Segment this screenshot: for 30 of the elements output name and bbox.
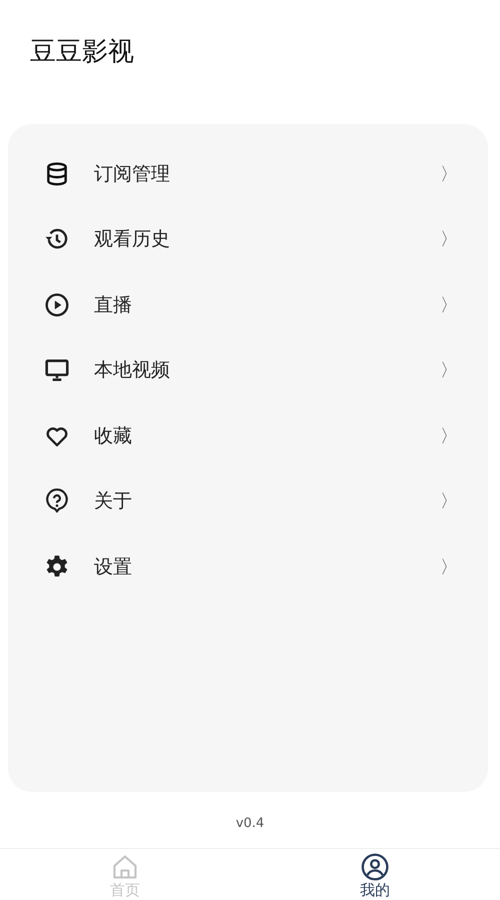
menu-item[interactable]: 设置 〉 — [8, 534, 488, 600]
play-icon — [44, 292, 70, 318]
version-label: v0.4 — [234, 816, 266, 834]
home-icon — [111, 853, 139, 881]
user-icon — [361, 853, 389, 881]
menu-item[interactable]: 收藏 〉 — [8, 403, 488, 468]
chevron-icon: 〉 — [440, 162, 458, 186]
menu-item[interactable]: 关于 〉 — [8, 468, 488, 534]
menu-label: 本地视频 — [94, 358, 171, 384]
database-icon — [44, 160, 70, 187]
tab[interactable]: 我的 — [250, 849, 500, 900]
chevron-icon: 〉 — [440, 554, 458, 579]
chevron-icon: 〉 — [440, 424, 458, 448]
monitor-icon — [44, 357, 70, 384]
menu-item[interactable]: 直播 〉 — [8, 272, 488, 338]
question-icon — [44, 488, 70, 514]
menu-label: 设置 — [94, 554, 133, 580]
menu-item[interactable]: 本地视频 〉 — [8, 338, 488, 403]
chevron-icon: 〉 — [440, 227, 458, 252]
chevron-icon: 〉 — [440, 292, 458, 317]
chevron-icon: 〉 — [440, 358, 458, 382]
menu-label: 关于 — [94, 489, 133, 514]
menu-label: 订阅管理 — [94, 162, 171, 187]
menu-label: 直播 — [94, 292, 133, 318]
app-title: 豆豆影视 — [30, 36, 135, 69]
menu-label: 观看历史 — [94, 227, 171, 252]
menu-item[interactable]: 观看历史 〉 — [8, 206, 488, 272]
menu-label: 收藏 — [94, 424, 133, 449]
chevron-icon: 〉 — [440, 489, 458, 514]
menu-item[interactable]: 订阅管理 〉 — [8, 141, 488, 206]
